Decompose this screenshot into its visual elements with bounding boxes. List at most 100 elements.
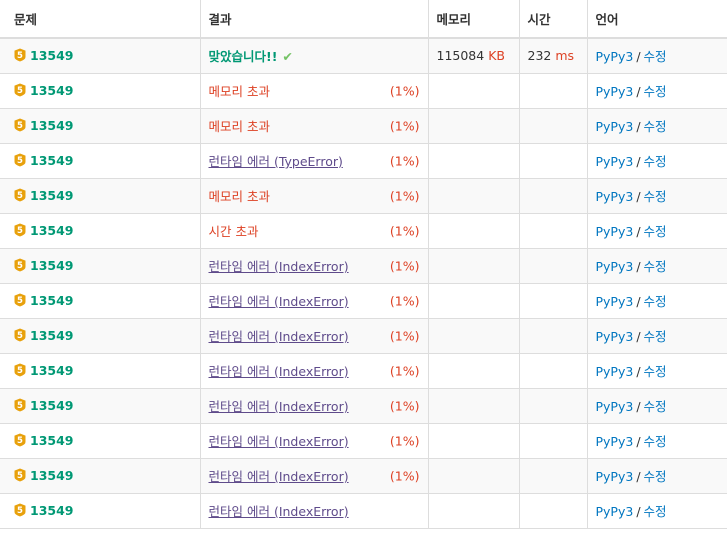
svg-text:5: 5 — [17, 436, 23, 446]
memory-cell: 115084 KB — [427, 37, 519, 74]
problem-link[interactable]: 13549 — [30, 398, 74, 413]
time-cell — [518, 352, 587, 389]
memory-cell — [427, 422, 519, 459]
separator: / — [636, 224, 641, 239]
problem-link[interactable]: 13549 — [30, 223, 74, 238]
edit-link[interactable]: 수정 — [644, 119, 667, 134]
language-link[interactable]: PyPy3 — [596, 84, 634, 99]
memory-cell — [427, 142, 519, 179]
memory-cell — [427, 177, 519, 214]
language-link[interactable]: PyPy3 — [596, 329, 634, 344]
separator: / — [636, 434, 641, 449]
problem-link[interactable]: 13549 — [30, 48, 74, 63]
edit-link[interactable]: 수정 — [644, 189, 667, 204]
language-cell: PyPy3/수정 — [586, 142, 727, 179]
language-link[interactable]: PyPy3 — [596, 434, 634, 449]
problem-link[interactable]: 13549 — [30, 118, 74, 133]
header-row: 문제 결과 메모리 시간 언어 — [0, 0, 727, 39]
progress-percent: (1%) — [389, 223, 420, 238]
language-link[interactable]: PyPy3 — [596, 49, 634, 64]
problem-link[interactable]: 13549 — [30, 433, 74, 448]
result-text[interactable]: 런타임 에러 (IndexError) — [209, 294, 349, 309]
memory-cell — [427, 282, 519, 319]
time-cell — [518, 492, 587, 529]
language-link[interactable]: PyPy3 — [596, 259, 634, 274]
check-icon: ✔ — [282, 49, 293, 65]
problem-cell: 5 13549 — [0, 282, 200, 319]
language-link[interactable]: PyPy3 — [596, 504, 634, 519]
edit-link[interactable]: 수정 — [644, 364, 667, 379]
result-text[interactable]: 런타임 에러 (IndexError) — [209, 329, 349, 344]
header-language: 언어 — [586, 0, 727, 39]
edit-link[interactable]: 수정 — [644, 504, 667, 519]
silver-5-tier-icon: 5 — [14, 328, 26, 342]
language-link[interactable]: PyPy3 — [596, 469, 634, 484]
silver-5-tier-icon: 5 — [14, 258, 26, 272]
edit-link[interactable]: 수정 — [644, 399, 667, 414]
table-row: 5 13549 런타임 에러 (IndexError) (1%) PyPy3/수… — [0, 282, 727, 319]
problem-cell: 5 13549 — [0, 142, 200, 179]
problem-link[interactable]: 13549 — [30, 503, 74, 518]
language-link[interactable]: PyPy3 — [596, 224, 634, 239]
result-text[interactable]: 런타임 에러 (IndexError) — [209, 364, 349, 379]
result-cell: 런타임 에러 (IndexError) (1%) — [199, 352, 428, 389]
result-text[interactable]: 런타임 에러 (IndexError) — [209, 504, 349, 519]
result-cell: 시간 초과 (1%) — [199, 212, 428, 249]
problem-link[interactable]: 13549 — [30, 153, 74, 168]
edit-link[interactable]: 수정 — [644, 224, 667, 239]
memory-cell — [427, 492, 519, 529]
edit-link[interactable]: 수정 — [644, 434, 667, 449]
result-text[interactable]: 런타임 에러 (IndexError) — [209, 399, 349, 414]
time-cell — [518, 422, 587, 459]
header-memory: 메모리 — [427, 0, 519, 39]
svg-text:5: 5 — [17, 121, 23, 131]
problem-link[interactable]: 13549 — [30, 328, 74, 343]
separator: / — [636, 154, 641, 169]
svg-text:5: 5 — [17, 86, 23, 96]
problem-cell: 5 13549 — [0, 492, 200, 529]
memory-cell — [427, 317, 519, 354]
language-link[interactable]: PyPy3 — [596, 294, 634, 309]
separator: / — [636, 399, 641, 414]
problem-link[interactable]: 13549 — [30, 363, 74, 378]
language-link[interactable]: PyPy3 — [596, 399, 634, 414]
memory-value: 115084 — [436, 48, 485, 64]
result-text[interactable]: 런타임 에러 (TypeError) — [209, 154, 343, 169]
progress-percent: (1%) — [389, 398, 420, 413]
result-text[interactable]: 런타임 에러 (IndexError) — [209, 259, 349, 274]
edit-link[interactable]: 수정 — [644, 294, 667, 309]
table-row: 5 13549 런타임 에러 (IndexError) (1%) PyPy3/수… — [0, 422, 727, 459]
result-cell: 메모리 초과 (1%) — [199, 72, 428, 109]
result-text[interactable]: 런타임 에러 (IndexError) — [209, 434, 349, 449]
problem-link[interactable]: 13549 — [30, 293, 74, 308]
problem-link[interactable]: 13549 — [30, 83, 74, 98]
language-link[interactable]: PyPy3 — [596, 119, 634, 134]
edit-link[interactable]: 수정 — [644, 49, 667, 64]
memory-cell — [427, 387, 519, 424]
submission-status-table: 문제 결과 메모리 시간 언어 5 13549 맞았습니다!! ✔ 115084 K… — [0, 0, 727, 529]
edit-link[interactable]: 수정 — [644, 259, 667, 274]
time-unit: ms — [555, 48, 575, 64]
silver-5-tier-icon: 5 — [14, 503, 26, 517]
result-cell: 런타임 에러 (IndexError) (1%) — [199, 422, 428, 459]
progress-percent: (1%) — [389, 83, 420, 98]
edit-link[interactable]: 수정 — [644, 469, 667, 484]
problem-link[interactable]: 13549 — [30, 188, 74, 203]
edit-link[interactable]: 수정 — [644, 154, 667, 169]
silver-5-tier-icon: 5 — [14, 153, 26, 167]
language-link[interactable]: PyPy3 — [596, 154, 634, 169]
problem-link[interactable]: 13549 — [30, 258, 74, 273]
table-row: 5 13549 시간 초과 (1%) PyPy3/수정 — [0, 212, 727, 249]
language-link[interactable]: PyPy3 — [596, 364, 634, 379]
problem-link[interactable]: 13549 — [30, 468, 74, 483]
language-link[interactable]: PyPy3 — [596, 189, 634, 204]
result-cell: 런타임 에러 (IndexError) (1%) — [199, 247, 428, 284]
edit-link[interactable]: 수정 — [644, 84, 667, 99]
memory-cell — [427, 352, 519, 389]
result-text[interactable]: 런타임 에러 (IndexError) — [209, 469, 349, 484]
silver-5-tier-icon: 5 — [14, 48, 26, 62]
separator: / — [636, 469, 641, 484]
time-cell — [518, 457, 587, 494]
svg-text:5: 5 — [17, 296, 23, 306]
edit-link[interactable]: 수정 — [644, 329, 667, 344]
